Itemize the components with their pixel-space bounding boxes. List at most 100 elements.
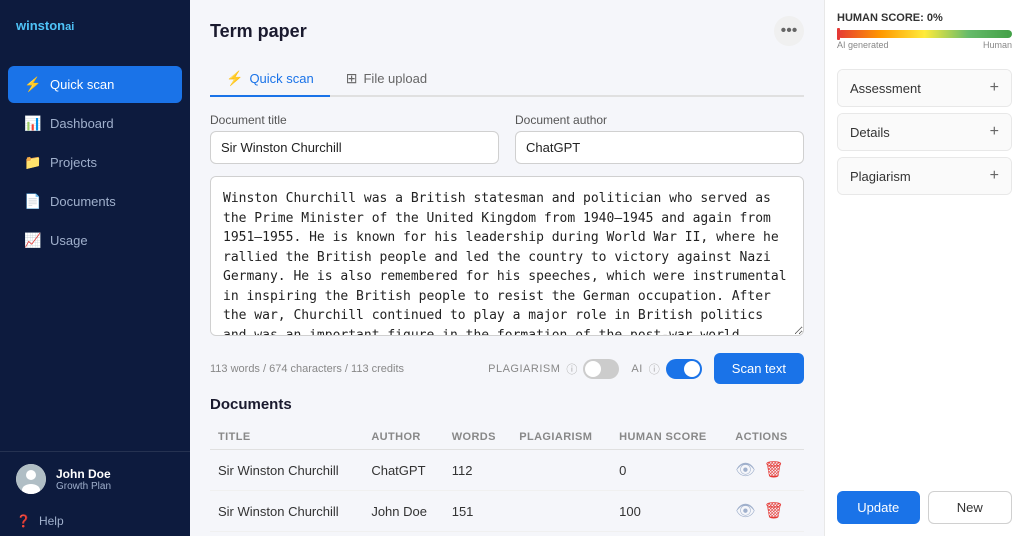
page-title: Term paper bbox=[210, 21, 307, 42]
user-plan: Growth Plan bbox=[56, 481, 174, 492]
plagiarism-toggle[interactable] bbox=[583, 359, 619, 379]
row-actions: 👁 🗑 bbox=[727, 450, 804, 491]
new-button[interactable]: New bbox=[928, 491, 1013, 524]
documents-section-title: Documents bbox=[210, 396, 804, 413]
row-author: John Doe bbox=[363, 491, 443, 532]
row-actions: 👁 🗑 bbox=[727, 491, 804, 532]
logo: winstonai bbox=[0, 0, 190, 60]
ai-toggle-knob bbox=[684, 361, 700, 377]
dashboard-icon: 📊 bbox=[24, 115, 40, 132]
ai-toggle-wrap: AI ⓘ bbox=[631, 359, 701, 379]
projects-icon: 📁 bbox=[24, 154, 40, 171]
plagiarism-toggle-knob bbox=[585, 361, 601, 377]
table-row: Sir Winston Churchill ChatGPT 112 0 👁 🗑 bbox=[210, 450, 804, 491]
sidebar-item-projects[interactable]: 📁 Projects bbox=[8, 144, 182, 181]
avatar bbox=[16, 464, 46, 494]
document-author-label: Document author bbox=[515, 113, 804, 127]
documents-table: TITLE AUTHOR WORDS PLAGIARISM HUMAN SCOR… bbox=[210, 425, 804, 532]
col-human-score: HUMAN SCORE bbox=[611, 425, 727, 450]
action-icons: 👁 🗑 bbox=[735, 501, 796, 521]
accordion-item-details: Details + bbox=[837, 113, 1012, 151]
ai-label: AI bbox=[631, 363, 642, 375]
action-icons: 👁 🗑 bbox=[735, 460, 796, 480]
ai-info-icon[interactable]: ⓘ bbox=[649, 361, 660, 377]
score-section: HUMAN SCORE: 0% AI generated Human bbox=[837, 12, 1012, 53]
delete-icon[interactable]: 🗑 bbox=[764, 501, 784, 521]
user-info: John Doe Growth Plan bbox=[56, 467, 174, 492]
logo-sup: ai bbox=[65, 21, 74, 33]
quick-scan-tab-icon: ⚡ bbox=[226, 70, 243, 87]
ai-toggle[interactable] bbox=[666, 359, 702, 379]
sidebar-nav: ⚡ Quick scan 📊 Dashboard 📁 Projects 📄 Do… bbox=[0, 60, 190, 451]
tab-file-upload[interactable]: ⊞ File upload bbox=[330, 62, 443, 97]
accordion-header-assessment[interactable]: Assessment + bbox=[838, 70, 1011, 106]
row-words: 112 bbox=[444, 450, 512, 491]
file-upload-tab-icon: ⊞ bbox=[346, 70, 358, 87]
user-name: John Doe bbox=[56, 467, 174, 481]
view-icon[interactable]: 👁 bbox=[735, 501, 755, 521]
sidebar-item-quick-scan[interactable]: ⚡ Quick scan bbox=[8, 66, 182, 103]
update-button[interactable]: Update bbox=[837, 491, 920, 524]
row-words: 151 bbox=[444, 491, 512, 532]
plagiarism-info-icon[interactable]: ⓘ bbox=[566, 361, 577, 377]
quick-scan-icon: ⚡ bbox=[24, 76, 40, 93]
document-title-label: Document title bbox=[210, 113, 499, 127]
col-words: WORDS bbox=[444, 425, 512, 450]
table-body: Sir Winston Churchill ChatGPT 112 0 👁 🗑 bbox=[210, 450, 804, 532]
stats-text: 113 words / 674 characters / 113 credits bbox=[210, 363, 404, 375]
col-plagiarism: PLAGIARISM bbox=[511, 425, 611, 450]
tab-quick-scan[interactable]: ⚡ Quick scan bbox=[210, 62, 330, 97]
row-plagiarism bbox=[511, 491, 611, 532]
tab-label: Quick scan bbox=[249, 71, 313, 86]
more-button[interactable]: ••• bbox=[774, 16, 804, 46]
sidebar-item-dashboard[interactable]: 📊 Dashboard bbox=[8, 105, 182, 142]
bar-right-label: Human bbox=[983, 40, 1012, 50]
help-label: Help bbox=[39, 514, 64, 528]
score-pointer bbox=[837, 28, 840, 40]
content-area: Term paper ••• ⚡ Quick scan ⊞ File uploa… bbox=[190, 0, 824, 536]
usage-icon: 📈 bbox=[24, 232, 40, 249]
accordion-item-plagiarism: Plagiarism + bbox=[837, 157, 1012, 195]
table-header: TITLE AUTHOR WORDS PLAGIARISM HUMAN SCOR… bbox=[210, 425, 804, 450]
col-author: AUTHOR bbox=[363, 425, 443, 450]
view-icon[interactable]: 👁 bbox=[735, 460, 755, 480]
plagiarism-toggle-wrap: PLAGIARISM ⓘ bbox=[488, 359, 619, 379]
scan-text-button[interactable]: Scan text bbox=[714, 353, 804, 384]
accordion-label: Plagiarism bbox=[850, 169, 911, 184]
human-score-title: HUMAN SCORE: 0% bbox=[837, 12, 1012, 24]
sidebar-item-label: Quick scan bbox=[50, 77, 114, 92]
row-author: ChatGPT bbox=[363, 450, 443, 491]
sidebar-item-usage[interactable]: 📈 Usage bbox=[8, 222, 182, 259]
more-dots-icon: ••• bbox=[781, 22, 798, 40]
document-author-input[interactable] bbox=[515, 131, 804, 164]
help-link[interactable]: ❓ Help bbox=[0, 506, 190, 536]
delete-icon[interactable]: 🗑 bbox=[764, 460, 784, 480]
document-title-input[interactable] bbox=[210, 131, 499, 164]
row-human-score: 0 bbox=[611, 450, 727, 491]
documents-icon: 📄 bbox=[24, 193, 40, 210]
tab-label: File upload bbox=[363, 71, 427, 86]
sidebar-item-label: Dashboard bbox=[50, 116, 114, 131]
document-content-textarea[interactable] bbox=[210, 176, 804, 336]
row-human-score: 100 bbox=[611, 491, 727, 532]
accordion-label: Details bbox=[850, 125, 890, 140]
row-plagiarism bbox=[511, 450, 611, 491]
sidebar-item-documents[interactable]: 📄 Documents bbox=[8, 183, 182, 220]
accordion-header-plagiarism[interactable]: Plagiarism + bbox=[838, 158, 1011, 194]
textarea-wrap bbox=[210, 176, 804, 339]
document-author-group: Document author bbox=[515, 113, 804, 164]
panel-bottom-buttons: Update New bbox=[837, 483, 1012, 524]
accordion-item-assessment: Assessment + bbox=[837, 69, 1012, 107]
accordion-label: Assessment bbox=[850, 81, 921, 96]
accordion-header-details[interactable]: Details + bbox=[838, 114, 1011, 150]
plagiarism-label: PLAGIARISM bbox=[488, 363, 560, 375]
documents-section: Documents TITLE AUTHOR WORDS PLAGIARISM … bbox=[210, 396, 804, 532]
score-gradient-bar bbox=[837, 30, 1012, 38]
col-title: TITLE bbox=[210, 425, 363, 450]
row-title: Sir Winston Churchill bbox=[210, 491, 363, 532]
user-profile[interactable]: John Doe Growth Plan bbox=[0, 451, 190, 506]
sidebar-item-label: Documents bbox=[50, 194, 116, 209]
sidebar-item-label: Usage bbox=[50, 233, 88, 248]
right-panel: HUMAN SCORE: 0% AI generated Human Asses… bbox=[824, 0, 1024, 536]
sidebar-item-label: Projects bbox=[50, 155, 97, 170]
